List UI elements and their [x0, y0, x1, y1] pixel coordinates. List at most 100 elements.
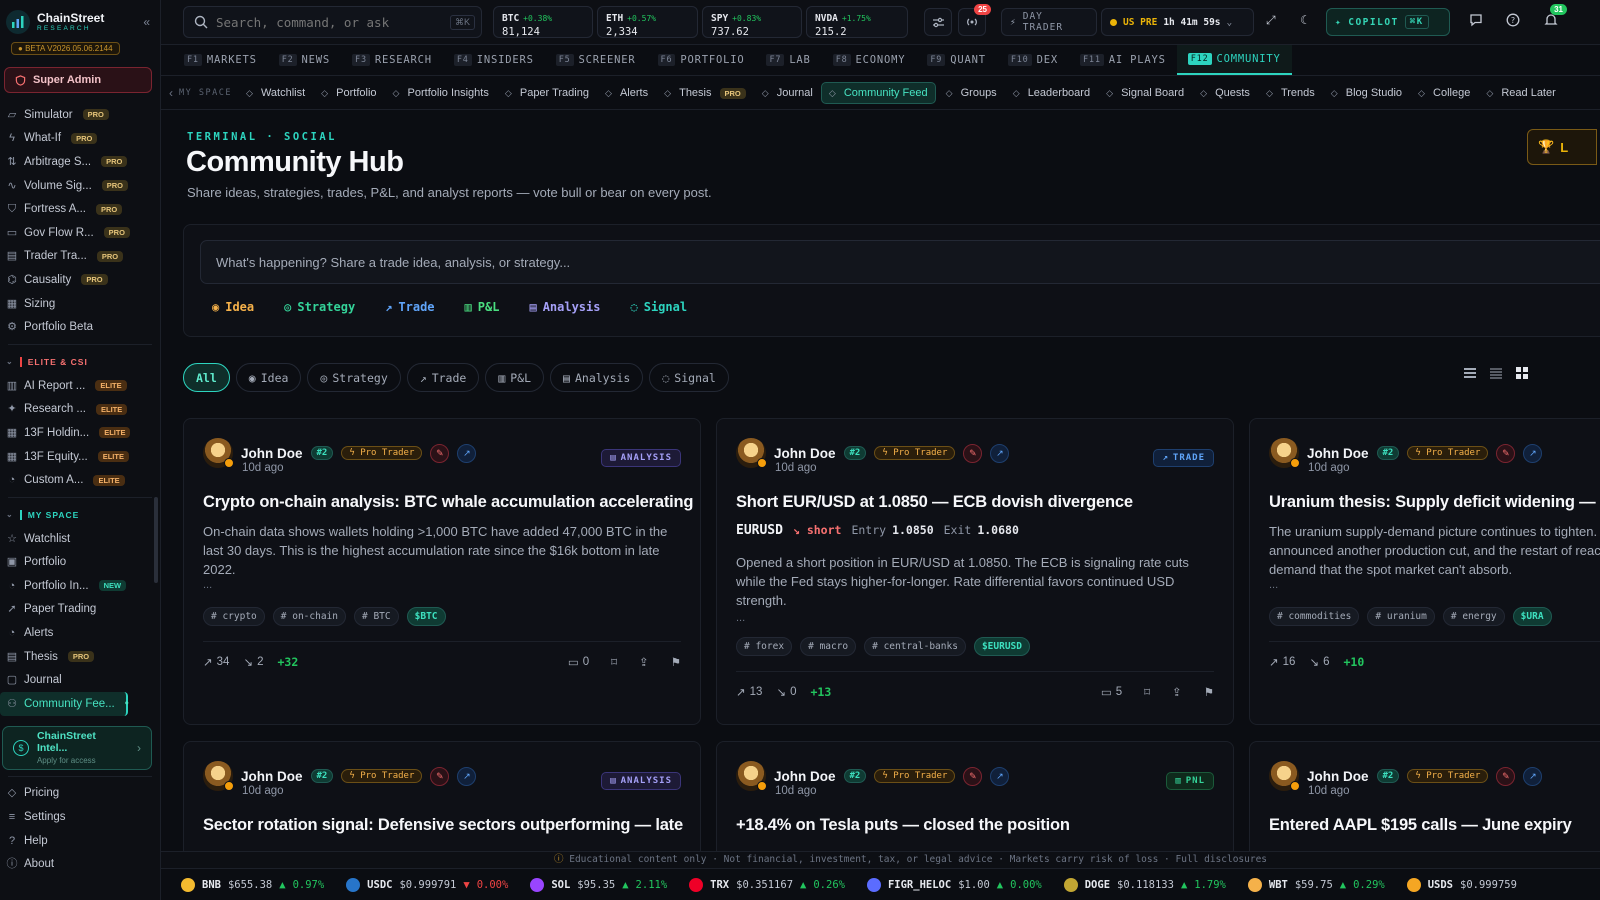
post-card[interactable]: John Doe #2 ϟ Pro Trader ✎ ↗ 10d ago ▥ PNL +18.4… [716, 741, 1234, 851]
sidebar-item-pricing[interactable]: ◇ Pricing [0, 782, 160, 806]
sidebar-item-portfolio-beta[interactable]: ⚙ Portfolio Beta [0, 315, 160, 339]
collapse-sidebar-icon[interactable]: « [143, 15, 150, 29]
chat-icon[interactable] [1469, 13, 1483, 27]
edit-icon[interactable]: ✎ [963, 766, 983, 786]
bookmark-icon[interactable]: ⌑ [611, 655, 617, 669]
author-name[interactable]: John Doe [241, 446, 303, 461]
day-trader-mode[interactable]: ⚡ DAY TRADER [1001, 8, 1097, 36]
filters-button[interactable] [924, 8, 952, 36]
tab-dex[interactable]: F10 DEX [997, 45, 1069, 75]
tape-item-wbt[interactable]: WBT $59.75 ▲ 0.29% [1247, 877, 1385, 892]
hashtag[interactable]: # energy [1442, 607, 1505, 626]
bell-icon[interactable]: 31 [1544, 4, 1567, 27]
subnav-portfolio[interactable]: ◇ Portfolio [321, 82, 376, 104]
tape-item-usds[interactable]: USDS $0.999759 [1406, 877, 1517, 892]
compose-trade[interactable]: ↗ Trade [385, 300, 434, 314]
filter-analysis[interactable]: ▤ Analysis [550, 363, 644, 392]
brand[interactable]: ChainStreet RESEARCH « [0, 0, 160, 36]
grid-view-icon[interactable] [1515, 366, 1529, 380]
post-title[interactable]: Uranium thesis: Supply deficit widening … [1269, 493, 1596, 512]
sidebar-item-13f-holdin[interactable]: ▦ 13F Holdin... ELITE [0, 421, 160, 445]
post-card[interactable]: John Doe #2 ϟ Pro Trader ✎ ↗ 10d ago Entered A… [1249, 741, 1600, 851]
trend-icon[interactable]: ↗ [457, 766, 477, 786]
sidebar-item-volume-sig[interactable]: ∿ Volume Sig... PRO [0, 174, 160, 198]
avatar[interactable] [736, 438, 767, 468]
hashtag[interactable]: # macro [800, 637, 857, 656]
sidebar-item-ai-report[interactable]: ▥ AI Report ... ELITE [0, 374, 160, 398]
tape-item-bnb[interactable]: BNB $655.38 ▲ 0.97% [181, 877, 324, 892]
bull-vote-button[interactable]: ↗ 16 [1269, 655, 1295, 669]
bear-vote-button[interactable]: ↘ 2 [243, 655, 263, 669]
subnav-quests[interactable]: ◇ Quests [1200, 82, 1250, 104]
list-view-icon[interactable] [1463, 366, 1477, 380]
hashtag[interactable]: # commodities [1269, 607, 1360, 626]
avatar[interactable] [203, 438, 234, 468]
sidebar-item-paper-trading[interactable]: ➚ Paper Trading [0, 598, 160, 622]
cashtag[interactable]: $URA [1512, 607, 1552, 626]
post-card[interactable]: John Doe #2 ϟ Pro Trader ✎ ↗ 10d ago ↗ TRADE Sho… [716, 418, 1234, 725]
filter-trade[interactable]: ↗ Trade [406, 363, 480, 392]
post-card[interactable]: John Doe #2 ϟ Pro Trader ✎ ↗ 10d ago ▤ ANALYSIS… [183, 741, 701, 851]
compose-strategy[interactable]: ◎ Strategy [284, 300, 355, 314]
broadcast-button[interactable]: 25 [958, 4, 991, 36]
tape-item-figr_heloc[interactable]: FIGR_HELOC $1.00 ▲ 0.00% [866, 877, 1042, 892]
trend-icon[interactable]: ↗ [990, 766, 1010, 786]
tab-screener[interactable]: F5 SCREENER [545, 45, 647, 75]
hashtag[interactable]: # central-banks [864, 637, 966, 656]
sidebar-item-custom-a[interactable]: ◔ Custom A... ELITE [0, 468, 160, 492]
post-title[interactable]: +18.4% on Tesla puts — closed the positi… [736, 816, 1070, 835]
post-title[interactable]: Short EUR/USD at 1.0850 — ECB dovish div… [736, 493, 1133, 512]
filter-idea[interactable]: ◉ Idea [235, 363, 302, 392]
subnav-alerts[interactable]: ◇ Alerts [605, 82, 648, 104]
share-icon[interactable]: ⇪ [1172, 685, 1182, 699]
expand-icon[interactable]: ⤢ [1266, 13, 1276, 28]
sidebar-item-sizing[interactable]: ▦ Sizing [0, 292, 160, 316]
elite-section-heading[interactable]: ⌄ ELITE & CSI [0, 350, 160, 374]
author-name[interactable]: John Doe [1307, 446, 1369, 461]
tape-item-trx[interactable]: TRX $0.351167 ▲ 0.26% [689, 877, 845, 892]
sidebar-item-journal[interactable]: ▢ Journal [0, 668, 160, 692]
subnav-journal[interactable]: ◇ Journal [762, 82, 813, 104]
sidebar-item-portfolio-in[interactable]: ◔ Portfolio In... NEW [0, 574, 160, 598]
hashtag[interactable]: # uranium [1367, 607, 1435, 626]
hashtag[interactable]: # on-chain [272, 607, 346, 626]
bear-vote-button[interactable]: ↘ 6 [1309, 655, 1329, 669]
share-icon[interactable]: ⇪ [639, 655, 649, 669]
tab-lab[interactable]: F7 LAB [755, 45, 821, 75]
subnav-groups[interactable]: ◇ Groups [946, 82, 997, 104]
subnav-leaderboard[interactable]: ◇ Leaderboard [1013, 82, 1090, 104]
tab-ai-plays[interactable]: F11 AI PLAYS [1069, 45, 1177, 75]
filter-pnl[interactable]: ▥ P&L [485, 363, 545, 392]
filter-signal[interactable]: ◌ Signal [649, 363, 729, 392]
flag-icon[interactable]: ⚑ [1204, 685, 1214, 699]
bookmark-icon[interactable]: ⌑ [1144, 685, 1150, 699]
filter-strategy[interactable]: ◎ Strategy [307, 363, 401, 392]
super-admin-button[interactable]: Super Admin [4, 67, 152, 93]
avatar[interactable] [1269, 438, 1300, 468]
avatar[interactable] [1269, 761, 1300, 791]
subnav-portfolio-insights[interactable]: ◇ Portfolio Insights [393, 82, 489, 104]
sidebar-item-thesis[interactable]: ▤ Thesis PRO [0, 645, 160, 669]
search-box[interactable]: ⌘K [183, 6, 482, 38]
trend-icon[interactable]: ↗ [457, 443, 477, 463]
subnav-college[interactable]: ◇ College [1418, 82, 1470, 104]
author-name[interactable]: John Doe [774, 446, 836, 461]
market-session[interactable]: US PRE 1h 41m 59s ⌄ [1101, 8, 1254, 36]
hashtag[interactable]: # forex [736, 637, 793, 656]
post-card[interactable]: John Doe #2 ϟ Pro Trader ✎ ↗ 10d ago ▤ ANALYSIS… [183, 418, 701, 725]
ticker-eth[interactable]: ETH +0.57% 2,334 [597, 6, 698, 38]
ticker-btc[interactable]: BTC +0.38% 81,124 [493, 6, 593, 38]
comments-button[interactable]: ▭ 0 [568, 655, 589, 669]
filter-all[interactable]: All [183, 363, 230, 392]
post-title[interactable]: Sector rotation signal: Defensive sector… [203, 816, 683, 835]
flag-icon[interactable]: ⚑ [671, 655, 681, 669]
tape-item-usdc[interactable]: USDC $0.999791 ▼ 0.00% [346, 877, 508, 892]
subnav-blog-studio[interactable]: ◇ Blog Studio [1331, 82, 1402, 104]
sidebar-item-arbitrage-s[interactable]: ⇅ Arbitrage S... PRO [0, 150, 160, 174]
sidebar-item-gov-flow-r[interactable]: ▭ Gov Flow R... PRO [0, 221, 160, 245]
post-card[interactable]: John Doe #2 ϟ Pro Trader ✎ ↗ 10d ago Uranium t… [1249, 418, 1600, 725]
search-input[interactable] [216, 14, 442, 30]
avatar[interactable] [203, 761, 234, 791]
author-name[interactable]: John Doe [241, 769, 303, 784]
sidebar-item-community-fee[interactable]: ⚇ Community Fee... • [0, 692, 129, 716]
